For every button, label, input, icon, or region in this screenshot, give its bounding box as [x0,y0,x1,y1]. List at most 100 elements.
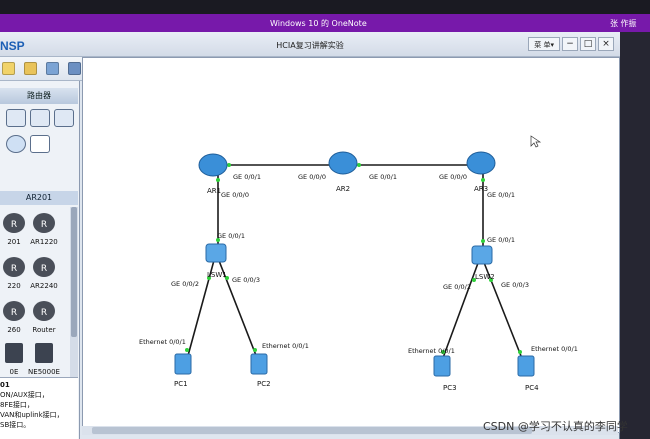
port-label: GE 0/0/1 [369,173,397,181]
panel-scroll-thumb[interactable] [71,207,77,337]
maximize-button[interactable]: □ [580,37,596,51]
link-lsw1-pc1[interactable] [185,252,217,364]
watermark: CSDN @学习不认真的李同学 [483,420,628,433]
router-ar3[interactable]: AR3 [466,151,496,193]
category-label: AR201 [0,191,78,205]
port-label: Ethernet 0/0/1 [262,342,309,350]
device-item[interactable]: R AR2240 [14,255,74,290]
pc-pc4[interactable]: PC4 [517,355,539,392]
device-item[interactable]: R Router [14,299,74,334]
onenote-right-strip [620,32,650,439]
node-label: PC2 [257,380,271,388]
port-label: GE 0/0/1 [233,173,261,181]
pc-pc2[interactable]: PC2 [250,353,271,388]
device-label: Router [32,326,56,334]
port-label: GE 0/0/1 [487,191,515,199]
desc-line: ON/AUX接口， [0,391,49,399]
node-label: PC3 [443,384,457,392]
device-item[interactable]: R AR1220 [14,211,74,246]
svg-text:R: R [41,264,47,274]
new-topology-icon[interactable] [2,62,15,75]
node-label: LSW1 [207,271,227,279]
router-icon: R [33,257,55,277]
port-label: GE 0/0/2 [171,280,199,288]
save-icon[interactable] [68,62,81,75]
router-icon [328,151,358,175]
port-label: GE 0/0/1 [487,236,515,244]
port-label: GE 0/0/2 [443,283,471,291]
port-labels: GE 0/0/1 GE 0/0/0 GE 0/0/1 GE 0/0/0 GE 0… [139,173,578,355]
device-panel: 路由器 AR201 R 201 R AR1220 R 220 R AR2240 … [0,81,80,439]
new-example-icon[interactable] [24,62,37,75]
desc-line: 8FE接口， [0,401,34,409]
port-dot [518,350,522,354]
port-label: Ethernet 0/0/1 [139,338,186,346]
pc-icon [517,355,535,377]
onenote-title-bar: Windows 10 的 OneNote 张 作振 [0,14,650,32]
port-dot [227,163,231,167]
pc-pc1[interactable]: PC1 [174,353,192,388]
topology-canvas[interactable]: AR1 AR2 AR3 LSW1 LSW2 PC1 PC2 PC3 PC4 GE… [82,57,620,433]
device-item[interactable]: NE5000E [14,341,74,376]
close-button[interactable]: × [598,37,614,51]
port-dot [481,178,485,182]
wlan-category-icon[interactable] [54,109,74,127]
mouse-cursor-icon [530,135,542,148]
panel-scrollbar[interactable] [70,207,78,377]
open-icon[interactable] [46,62,59,75]
window-caption: HCIA复习讲解实验 [276,41,344,50]
port-dot [481,239,485,243]
router-category-icon[interactable] [6,109,26,127]
node-label: PC1 [174,380,188,388]
switch-icon [471,245,493,265]
port-dot [357,163,361,167]
port-label: GE 0/0/0 [298,173,326,181]
router-icon [198,153,228,177]
topology-diagram[interactable]: AR1 AR2 AR3 LSW1 LSW2 PC1 PC2 PC3 PC4 GE… [83,58,621,434]
port-label: GE 0/0/0 [439,173,467,181]
device-description: 01 ON/AUX接口， 8FE接口， VAN和uplink接口， SB接口。 [0,377,78,439]
onenote-title: Windows 10 的 OneNote [270,19,367,28]
desc-line: VAN和uplink接口， [0,411,64,419]
node-label: AR3 [474,185,488,193]
pc-icon [250,353,268,375]
canvas-scroll-thumb[interactable] [92,427,532,434]
switch-lsw2[interactable]: LSW2 [471,245,495,281]
switch-lsw1[interactable]: LSW1 [205,243,227,279]
connection-category-icon[interactable] [30,135,50,153]
port-label: GE 0/0/3 [501,281,529,289]
panel-header: 路由器 [0,88,78,104]
port-label: GE 0/0/1 [217,232,245,240]
link-lsw1-pc2[interactable] [215,252,260,364]
port-label: GE 0/0/0 [221,191,249,199]
device-label: NE5000E [28,368,60,376]
switch-icon [205,243,227,263]
menu-button[interactable]: 菜 单▾ [528,37,560,51]
onenote-user[interactable]: 张 作振 [610,18,637,29]
port-label: GE 0/0/3 [232,276,260,284]
node-label: PC4 [525,384,539,392]
desc-line: SB接口。 [0,421,31,429]
device-label: AR2240 [30,282,58,290]
minimize-button[interactable]: − [562,37,578,51]
node-label: AR2 [336,185,350,193]
port-dot [185,348,189,352]
router-icon [466,151,496,175]
node-label: LSW2 [475,273,495,281]
port-dot [216,178,220,182]
router-ar2[interactable]: AR2 [328,151,358,193]
router-ar1[interactable]: AR1 [198,153,228,195]
window-controls: 菜 单▾ − □ × [528,37,614,51]
pc-icon [433,355,451,377]
link-lsw2-pc4[interactable] [480,254,526,367]
svg-text:R: R [41,308,47,318]
ne-router-icon [35,343,53,363]
cloud-category-icon[interactable] [6,135,26,153]
switch-category-icon[interactable] [30,109,50,127]
port-label: Ethernet 0/0/1 [531,345,578,353]
router-icon: R [33,301,55,321]
pc-pc3[interactable]: PC3 [433,355,457,392]
port-label: Ethernet 0/0/1 [408,347,455,355]
pc-icon [174,353,192,375]
device-label: AR1220 [30,238,58,246]
